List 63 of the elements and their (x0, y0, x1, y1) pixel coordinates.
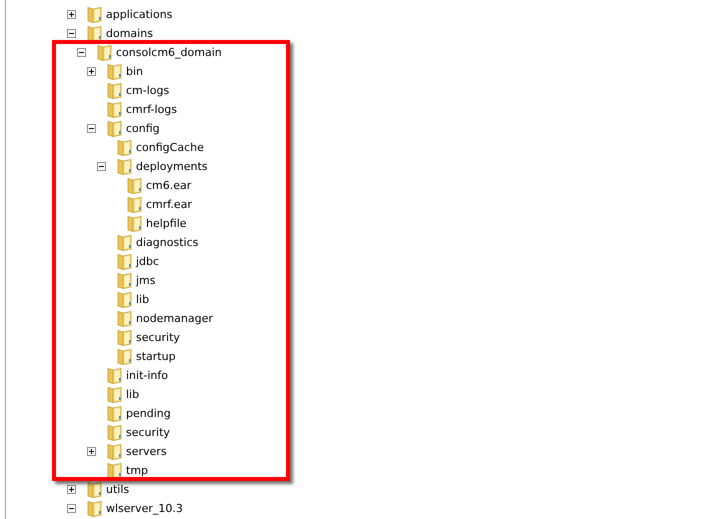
folder-icon (117, 139, 133, 156)
collapse-icon[interactable] (77, 48, 86, 57)
folder-name[interactable]: bin (126, 64, 144, 79)
folder-name[interactable]: init-info (126, 368, 168, 383)
collapse-icon[interactable] (67, 504, 76, 513)
folder-name[interactable]: servers (126, 444, 167, 459)
folder-name[interactable]: cm6.ear (146, 178, 192, 193)
folder-icon (117, 310, 133, 327)
folder-name[interactable]: security (126, 425, 170, 440)
folder-icon (107, 462, 123, 479)
folder-name[interactable]: cmrf-logs (126, 102, 178, 117)
folder-icon (127, 177, 143, 194)
folder-name[interactable]: consolcm6_domain (116, 45, 222, 60)
folder-icon (127, 215, 143, 232)
folder-icon (117, 348, 133, 365)
folder-name[interactable]: pending (126, 406, 171, 421)
collapse-icon[interactable] (67, 29, 76, 38)
folder-icon (107, 443, 123, 460)
folder-name[interactable]: security (136, 330, 180, 345)
folder-icon (97, 44, 113, 61)
folder-name[interactable]: configCache (136, 140, 204, 155)
folder-icon (127, 196, 143, 213)
expand-icon[interactable] (87, 67, 96, 76)
folder-name[interactable]: domains (106, 26, 153, 41)
folder-name[interactable]: jdbc (136, 254, 160, 269)
folder-icon (107, 405, 123, 422)
folder-icon (107, 367, 123, 384)
expand-icon[interactable] (67, 485, 76, 494)
folder-name[interactable]: applications (106, 7, 172, 22)
folder-name[interactable]: wlserver_10.3 (106, 501, 183, 516)
folder-name[interactable]: nodemanager (136, 311, 213, 326)
folder-name[interactable]: helpfile (146, 216, 187, 231)
folder-icon (87, 500, 103, 517)
folder-name[interactable]: tmp (126, 463, 148, 478)
folder-icon (87, 25, 103, 42)
folder-icon (87, 481, 103, 498)
folder-name[interactable]: diagnostics (136, 235, 198, 250)
folder-icon (117, 291, 133, 308)
folder-name[interactable]: config (126, 121, 160, 136)
folder-icon (107, 120, 123, 137)
folder-name[interactable]: utils (106, 482, 130, 497)
folder-icon (117, 253, 133, 270)
folder-icon (117, 234, 133, 251)
folder-icon (107, 386, 123, 403)
folder-icon (117, 329, 133, 346)
folder-name[interactable]: jms (136, 273, 156, 288)
folder-name[interactable]: lib (126, 387, 140, 402)
collapse-icon[interactable] (97, 162, 106, 171)
folder-name[interactable]: lib (136, 292, 150, 307)
folder-name[interactable]: deployments (136, 159, 208, 174)
expand-icon[interactable] (67, 10, 76, 19)
expand-icon[interactable] (87, 447, 96, 456)
folder-name[interactable]: cm-logs (126, 83, 170, 98)
folder-icon (117, 272, 133, 289)
collapse-icon[interactable] (87, 124, 96, 133)
folder-icon (117, 158, 133, 175)
folder-icon (107, 63, 123, 80)
folder-icon (107, 101, 123, 118)
folder-icon (107, 424, 123, 441)
folder-name[interactable]: startup (136, 349, 176, 364)
folder-icon (107, 82, 123, 99)
folder-icon (87, 6, 103, 23)
folder-name[interactable]: cmrf.ear (146, 197, 192, 212)
